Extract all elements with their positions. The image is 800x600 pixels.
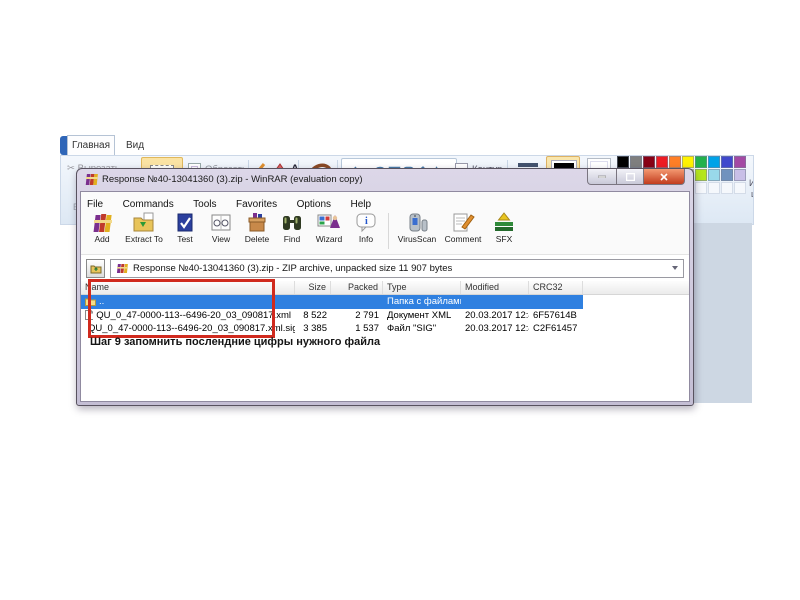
- delete-button[interactable]: Delete: [239, 211, 275, 244]
- find-label: Find: [284, 234, 301, 244]
- palette-swatch[interactable]: [721, 156, 733, 168]
- toolbar-separator: [388, 213, 389, 249]
- palette-swatch[interactable]: [656, 156, 668, 168]
- winrar-titlebar[interactable]: Response №40-13041360 (3).zip - WinRAR (…: [77, 169, 693, 191]
- palette-swatch[interactable]: [708, 169, 720, 181]
- comment-icon: [450, 212, 476, 234]
- edit-colors-label-partial: Изм: [749, 178, 754, 188]
- palette-swatch-empty[interactable]: [695, 182, 707, 194]
- test-icon: [172, 212, 198, 234]
- column-packed[interactable]: Packed: [331, 281, 383, 294]
- comment-button[interactable]: Comment: [440, 211, 486, 244]
- virusscan-icon: [404, 212, 430, 234]
- find-button[interactable]: Find: [275, 211, 309, 244]
- maximize-button[interactable]: [617, 169, 643, 185]
- virusscan-button[interactable]: VirusScan: [394, 211, 440, 244]
- palette-swatch[interactable]: [669, 156, 681, 168]
- palette-swatch-empty[interactable]: [708, 182, 720, 194]
- add-label: Add: [94, 234, 109, 244]
- window-controls: [587, 169, 685, 185]
- sfx-icon: [491, 212, 517, 234]
- palette-swatch-empty[interactable]: [721, 182, 733, 194]
- scissors-icon: ✂: [67, 163, 75, 174]
- comment-label: Comment: [445, 234, 482, 244]
- palette-swatch[interactable]: [734, 156, 746, 168]
- column-size[interactable]: Size: [295, 281, 331, 294]
- add-icon: [89, 212, 115, 234]
- palette-row-1: [617, 156, 754, 168]
- paint-menu-button-edge[interactable]: [60, 136, 67, 155]
- svg-text:i: i: [365, 216, 368, 227]
- delete-label: Delete: [245, 234, 270, 244]
- test-label: Test: [177, 234, 193, 244]
- folder-up-icon: [90, 263, 102, 274]
- column-type[interactable]: Type: [383, 281, 461, 294]
- sfx-label: SFX: [496, 234, 513, 244]
- palette-swatch[interactable]: [708, 156, 720, 168]
- info-button[interactable]: i Info: [349, 211, 383, 244]
- palette-swatch-empty[interactable]: [734, 182, 746, 194]
- add-button[interactable]: Add: [83, 211, 121, 244]
- winrar-toolbar: Add Extract To Test: [81, 210, 689, 255]
- palette-swatch[interactable]: [695, 169, 707, 181]
- archive-path-text: Response №40-13041360 (3).zip - ZIP arch…: [133, 263, 452, 274]
- palette-swatch[interactable]: [682, 156, 694, 168]
- wizard-button[interactable]: Wizard: [309, 211, 349, 244]
- menu-favorites[interactable]: Favorites: [236, 199, 277, 210]
- menu-file[interactable]: File: [87, 199, 103, 210]
- extract-to-label: Extract To: [125, 234, 163, 244]
- column-modified[interactable]: Modified: [461, 281, 529, 294]
- menubar: File Commands Tools Favorites Options He…: [81, 192, 689, 210]
- palette-swatch[interactable]: [695, 156, 707, 168]
- palette-swatch[interactable]: [734, 169, 746, 181]
- menu-options[interactable]: Options: [297, 199, 331, 210]
- tab-home[interactable]: Главная: [67, 135, 115, 156]
- winrar-app-icon: [84, 173, 98, 186]
- palette-swatch[interactable]: [643, 156, 655, 168]
- palette-swatch[interactable]: [721, 169, 733, 181]
- view-label: View: [212, 234, 230, 244]
- window-title: Response №40-13041360 (3).zip - WinRAR (…: [102, 174, 363, 185]
- wizard-icon: [316, 212, 342, 234]
- minimize-button[interactable]: [587, 169, 617, 185]
- palette-swatch[interactable]: [617, 156, 629, 168]
- find-icon: [279, 212, 305, 234]
- slide: Главная Вид ✂ Вырезать Буфер обмена Обре…: [0, 0, 800, 600]
- menu-tools[interactable]: Tools: [193, 199, 216, 210]
- archive-path-combo[interactable]: Response №40-13041360 (3).zip - ZIP arch…: [110, 259, 684, 278]
- extract-to-button[interactable]: Extract To: [121, 211, 167, 244]
- step-instruction-text: Шаг 9 запомнить послендние цифры нужного…: [90, 336, 380, 348]
- delete-icon: [244, 212, 270, 234]
- menu-commands[interactable]: Commands: [123, 199, 174, 210]
- address-bar: Response №40-13041360 (3).zip - ZIP arch…: [81, 255, 689, 281]
- edit-colors-label-partial: ц: [751, 189, 754, 199]
- up-one-level-button[interactable]: [86, 259, 105, 278]
- menu-help[interactable]: Help: [350, 199, 371, 210]
- red-highlight-box: [88, 279, 275, 338]
- palette-swatch[interactable]: [630, 156, 642, 168]
- extract-to-icon: [131, 212, 157, 234]
- virusscan-label: VirusScan: [398, 234, 437, 244]
- combo-dropdown-icon[interactable]: [672, 266, 678, 270]
- info-icon: i: [353, 212, 379, 234]
- test-button[interactable]: Test: [167, 211, 203, 244]
- sfx-button[interactable]: SFX: [486, 211, 522, 244]
- column-crc32[interactable]: CRC32: [529, 281, 583, 294]
- tab-view[interactable]: Вид: [117, 136, 153, 155]
- close-button[interactable]: [643, 169, 685, 185]
- info-label: Info: [359, 234, 373, 244]
- archive-icon: [116, 263, 128, 274]
- view-icon: [208, 212, 234, 234]
- view-button[interactable]: View: [203, 211, 239, 244]
- wizard-label: Wizard: [316, 234, 342, 244]
